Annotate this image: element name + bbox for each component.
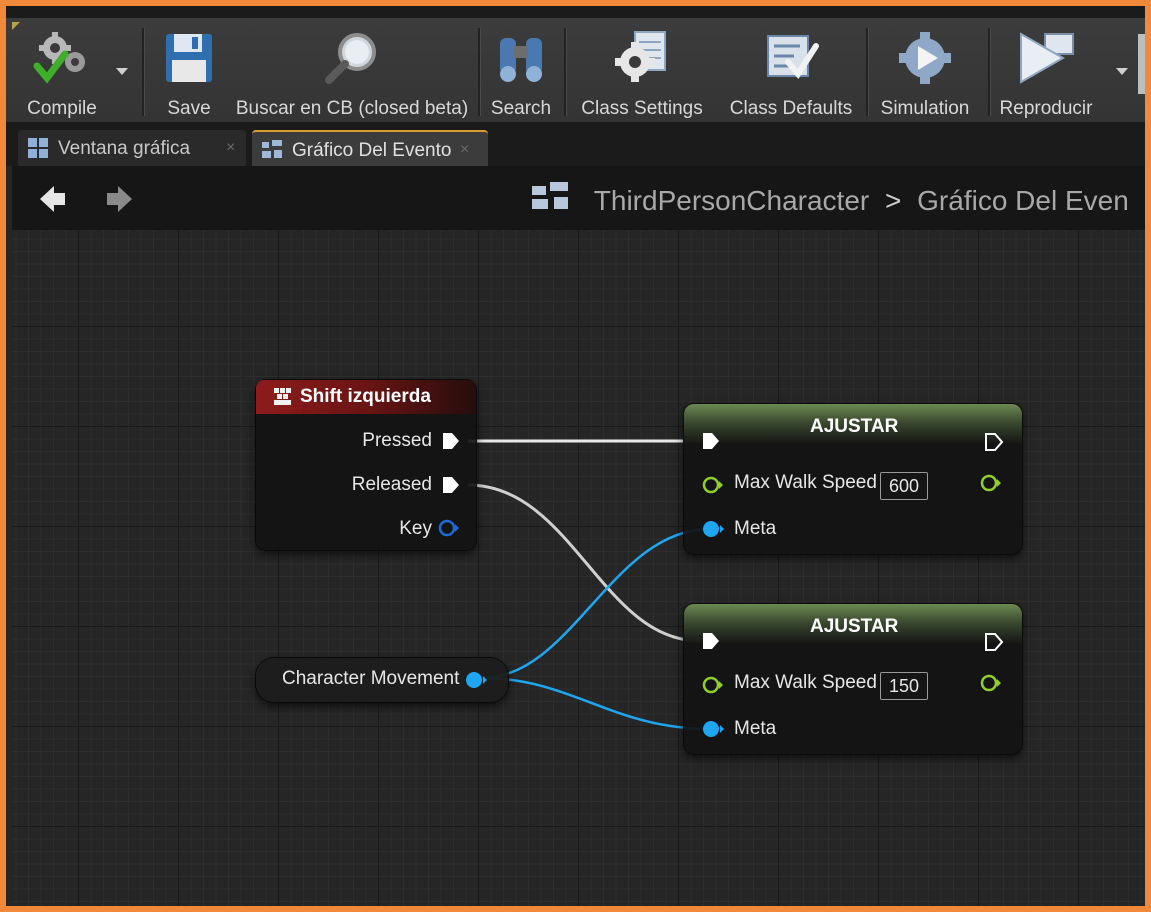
forward-arrow-icon[interactable] bbox=[104, 184, 134, 214]
released-exec-pin[interactable] bbox=[442, 476, 460, 494]
simulation-button[interactable]: Simulation bbox=[872, 20, 978, 119]
key-pin-label: Key bbox=[399, 518, 432, 539]
play-label: Reproducir bbox=[999, 98, 1093, 119]
binoculars-icon bbox=[500, 38, 542, 82]
pressed-exec-pin[interactable] bbox=[442, 432, 460, 450]
breadcrumb: ThirdPersonCharacter > Gráfico Del Even bbox=[532, 180, 1129, 217]
input-event-node[interactable]: Shift izquierda Pressed Released Key bbox=[256, 380, 476, 550]
tab-event-graph-close-icon[interactable]: × bbox=[460, 141, 469, 159]
toolbar-separator bbox=[478, 28, 481, 116]
class-settings-button[interactable]: Class Settings bbox=[572, 20, 712, 119]
toolbar-separator bbox=[564, 28, 567, 116]
object-wire-meta-2 bbox=[481, 676, 711, 731]
save-label: Save bbox=[167, 98, 211, 119]
tab-viewport-close-icon[interactable]: × bbox=[226, 139, 235, 157]
set-node-2-speed-out-pin[interactable] bbox=[980, 673, 1002, 693]
tab-bar: Ventana gráfica × Gráfico Del Evento × bbox=[6, 122, 1145, 168]
set-node-1-exec-out-pin[interactable] bbox=[984, 432, 1004, 452]
variable-output-pin[interactable] bbox=[464, 669, 488, 691]
blueprint-editor-window: Compile Save Buscar en CB (closed beta) bbox=[6, 6, 1145, 906]
set-node-2-property-label: Max Walk Speed bbox=[734, 672, 877, 693]
find-in-content-browser-button[interactable]: Buscar en CB (closed beta) bbox=[232, 20, 472, 119]
blueprint-graph-icon bbox=[532, 182, 568, 209]
tab-viewport-label: Ventana gráfica bbox=[58, 138, 191, 159]
pressed-pin-label: Pressed bbox=[362, 430, 432, 451]
checklist-icon bbox=[767, 35, 819, 80]
compile-gears-check-icon bbox=[33, 32, 85, 84]
breadcrumb-separator: > bbox=[885, 185, 902, 216]
toolbar-separator bbox=[988, 28, 991, 116]
object-wire-meta-1 bbox=[481, 527, 711, 680]
floppy-disk-icon bbox=[166, 34, 212, 82]
character-movement-variable-node[interactable]: Character Movement bbox=[256, 658, 508, 702]
breadcrumb-root[interactable]: ThirdPersonCharacter bbox=[594, 185, 869, 216]
set-node-1-title: AJUSTAR bbox=[810, 416, 899, 437]
gear-document-icon bbox=[615, 31, 666, 82]
event-node-title: Shift izquierda bbox=[300, 386, 431, 407]
set-node-2-speed-in-pin[interactable] bbox=[702, 675, 724, 695]
back-arrow-icon[interactable] bbox=[38, 184, 68, 214]
set-node-1-target-label: Meta bbox=[734, 518, 777, 539]
viewport-grid-icon bbox=[28, 138, 48, 158]
set-node-2-target-label: Meta bbox=[734, 718, 777, 739]
magnifier-icon bbox=[325, 33, 376, 84]
set-node-1-speed-out-pin[interactable] bbox=[980, 473, 1002, 493]
compile-dropdown-arrow[interactable] bbox=[116, 68, 128, 75]
set-node-1-property-label: Max Walk Speed bbox=[734, 472, 877, 493]
set-max-walk-speed-node-2[interactable]: AJUSTAR Max Walk Speed 150 Meta bbox=[684, 604, 1022, 754]
set-node-2-exec-in-pin[interactable] bbox=[702, 632, 720, 650]
set-node-2-exec-out-pin[interactable] bbox=[984, 632, 1004, 652]
exec-wire-released bbox=[467, 483, 701, 643]
find-in-cb-label: Buscar en CB (closed beta) bbox=[235, 98, 469, 119]
set-max-walk-speed-node-1[interactable]: AJUSTAR Max Walk Speed 600 Meta bbox=[684, 404, 1022, 554]
event-graph-canvas[interactable]: Shift izquierda Pressed Released Key AJU… bbox=[12, 230, 1145, 906]
set-node-1-exec-in-pin[interactable] bbox=[702, 432, 720, 450]
compile-label: Compile bbox=[27, 98, 97, 119]
play-button[interactable]: Reproducir bbox=[994, 20, 1098, 119]
set-node-1-target-pin[interactable] bbox=[702, 519, 724, 539]
play-dropdown-arrow[interactable] bbox=[1116, 68, 1128, 75]
toolbar: Compile Save Buscar en CB (closed beta) bbox=[6, 6, 1145, 122]
set-node-2-target-pin[interactable] bbox=[702, 719, 724, 739]
set-node-2-title: AJUSTAR bbox=[810, 616, 899, 637]
graph-navigation-bar: ThirdPersonCharacter > Gráfico Del Even bbox=[12, 166, 1145, 230]
set-node-1-speed-in-pin[interactable] bbox=[702, 475, 724, 495]
play-icon bbox=[1020, 32, 1074, 84]
variable-node-label: Character Movement bbox=[282, 668, 460, 689]
event-graph-icon bbox=[262, 140, 282, 158]
class-defaults-label: Class Defaults bbox=[729, 98, 853, 119]
tab-viewport[interactable]: Ventana gráfica × bbox=[18, 130, 246, 166]
keyboard-icon bbox=[274, 388, 291, 405]
set-node-2-value-input[interactable]: 150 bbox=[880, 672, 928, 700]
toolbar-separator bbox=[142, 28, 145, 116]
simulation-label: Simulation bbox=[880, 98, 970, 119]
simulation-gear-icon bbox=[899, 32, 951, 84]
search-button[interactable]: Search bbox=[484, 20, 558, 119]
save-button[interactable]: Save bbox=[152, 20, 226, 119]
wires-layer bbox=[467, 439, 711, 731]
class-defaults-button[interactable]: Class Defaults bbox=[718, 20, 864, 119]
toolbar-overflow-edge bbox=[1138, 34, 1145, 94]
toolbar-separator bbox=[866, 28, 869, 116]
key-struct-pin[interactable] bbox=[438, 518, 460, 538]
set-node-1-value-input[interactable]: 600 bbox=[880, 472, 928, 500]
tab-event-graph-label: Gráfico Del Evento bbox=[292, 140, 452, 161]
class-settings-label: Class Settings bbox=[581, 98, 703, 119]
search-label: Search bbox=[490, 98, 552, 119]
breadcrumb-current: Gráfico Del Even bbox=[917, 185, 1129, 216]
compile-button[interactable]: Compile bbox=[14, 20, 110, 119]
tab-event-graph[interactable]: Gráfico Del Evento × bbox=[252, 130, 488, 168]
released-pin-label: Released bbox=[351, 474, 432, 495]
